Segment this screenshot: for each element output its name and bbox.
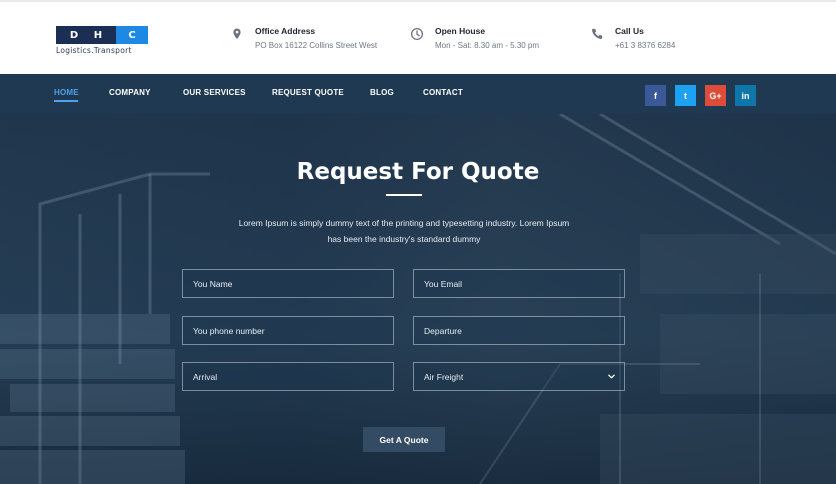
nav-home[interactable]: HOME	[54, 88, 79, 97]
freight-type-selected: Air Freight	[424, 371, 464, 382]
departure-input[interactable]: Departure	[413, 316, 625, 345]
page-title: Request For Quote	[296, 159, 540, 185]
get-quote-button[interactable]: Get A Quote	[363, 427, 445, 452]
main-nav: HOME COMPANY OUR SERVICES REQUEST QUOTE …	[0, 74, 836, 114]
arrival-input[interactable]: Arrival	[182, 362, 394, 391]
nav-contact[interactable]: CONTACT	[423, 88, 463, 97]
logo-mark: D H C	[56, 26, 148, 44]
nav-company[interactable]: COMPANY	[109, 88, 151, 97]
nav-active-indicator	[54, 100, 78, 102]
nav-our-services[interactable]: OUR SERVICES	[183, 88, 246, 97]
logo-letter-h: H	[93, 29, 103, 41]
linkedin-icon[interactable]: in	[735, 85, 756, 106]
chevron-down-icon	[608, 374, 615, 379]
email-input[interactable]: You Email	[413, 269, 625, 298]
name-input[interactable]: You Name	[182, 269, 394, 298]
nav-request-quote[interactable]: REQUEST QUOTE	[272, 88, 344, 97]
freight-type-select[interactable]: Air Freight	[413, 362, 625, 391]
top-header: D H C Logistics.Transport Office Address…	[0, 0, 836, 74]
open-hours-text: Mon - Sat: 8.30 am - 5.30 pm	[435, 41, 540, 50]
logo-letter-c: C	[128, 29, 136, 41]
office-address-title: Office Address	[255, 26, 316, 36]
google-plus-icon[interactable]: G+	[705, 85, 726, 106]
logo[interactable]: D H C Logistics.Transport	[56, 26, 150, 55]
phone-input[interactable]: You phone number	[182, 316, 394, 345]
nav-blog[interactable]: BLOG	[370, 88, 394, 97]
logo-letter-d: D	[69, 29, 79, 41]
map-pin-icon	[233, 28, 241, 40]
twitter-icon[interactable]: t	[675, 85, 696, 106]
call-us-phone[interactable]: +61 3 8376 6284	[615, 41, 675, 50]
facebook-icon[interactable]: f	[645, 85, 666, 106]
call-us-title: Call Us	[615, 26, 644, 36]
hero-description: Lorem Ipsum is simply dummy text of the …	[238, 218, 570, 244]
clock-icon	[410, 27, 424, 41]
quote-hero: Request For Quote Lorem Ipsum is simply …	[0, 114, 836, 484]
logo-tagline: Logistics.Transport	[56, 46, 132, 55]
phone-icon	[592, 28, 603, 39]
title-divider	[386, 194, 422, 196]
office-address-text: PO Box 16122 Collins Street West	[255, 41, 378, 50]
open-hours-title: Open House	[435, 26, 486, 36]
